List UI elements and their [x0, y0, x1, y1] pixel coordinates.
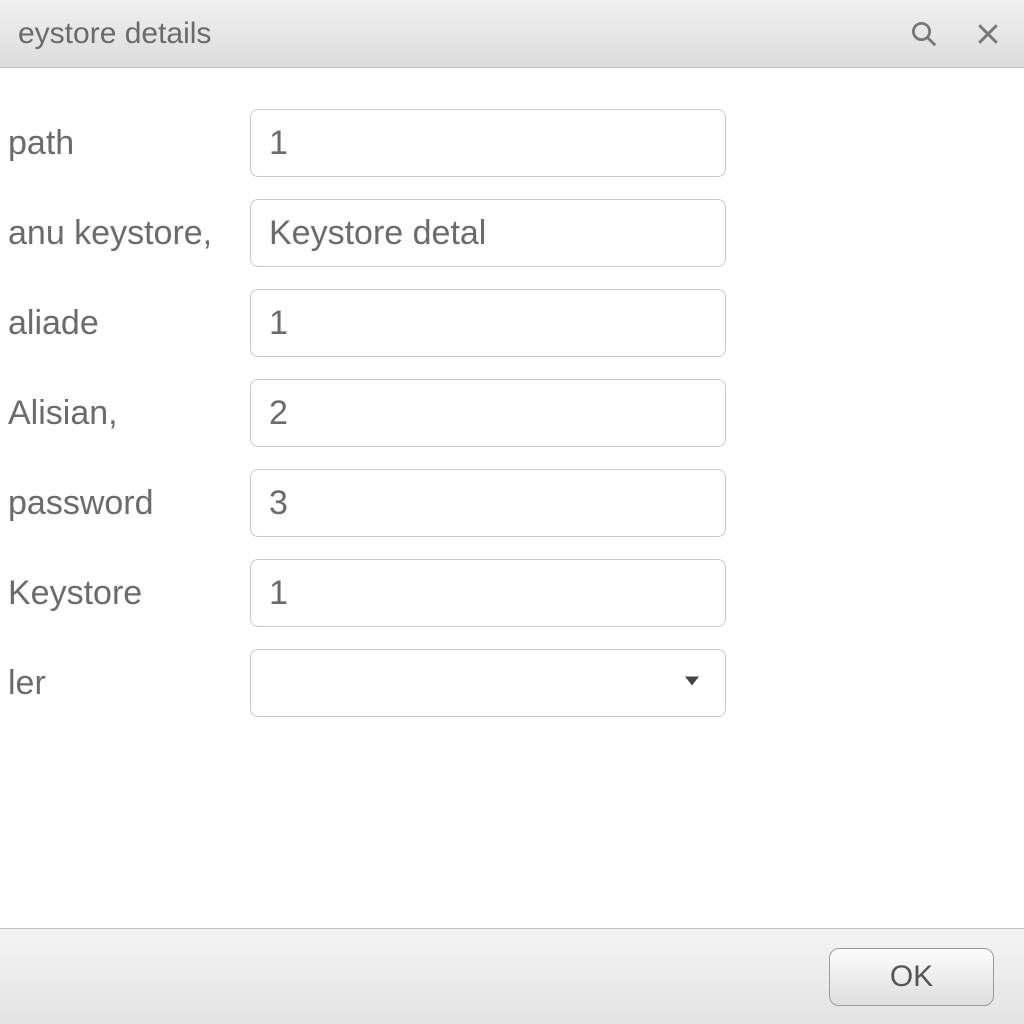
- label-anu-keystore: anu keystore,: [0, 214, 250, 253]
- row-path: path: [0, 98, 1024, 188]
- input-anu-keystore[interactable]: [250, 199, 726, 267]
- row-anu-keystore: anu keystore,: [0, 188, 1024, 278]
- dialog-title: eystore details: [18, 17, 1006, 51]
- label-dropdown: ler: [0, 664, 250, 703]
- input-alisian[interactable]: [250, 379, 726, 447]
- row-password: password: [0, 458, 1024, 548]
- row-aliade: aliade: [0, 278, 1024, 368]
- input-path[interactable]: [250, 109, 726, 177]
- form-area: path anu keystore, aliade Alisian, passw…: [0, 68, 1024, 728]
- row-dropdown: ler: [0, 638, 1024, 728]
- titlebar-actions: [906, 16, 1006, 52]
- label-keystore: Keystore: [0, 574, 250, 613]
- label-aliade: aliade: [0, 304, 250, 343]
- search-icon[interactable]: [906, 16, 942, 52]
- close-icon[interactable]: [970, 16, 1006, 52]
- label-alisian: Alisian,: [0, 394, 250, 433]
- row-alisian: Alisian,: [0, 368, 1024, 458]
- label-path: path: [0, 124, 250, 163]
- row-keystore: Keystore: [0, 548, 1024, 638]
- input-password[interactable]: [250, 469, 726, 537]
- titlebar: eystore details: [0, 0, 1024, 68]
- ok-button[interactable]: OK: [829, 948, 994, 1006]
- label-password: password: [0, 484, 250, 523]
- input-aliade[interactable]: [250, 289, 726, 357]
- input-keystore[interactable]: [250, 559, 726, 627]
- dialog-footer: OK: [0, 928, 1024, 1024]
- select-ler[interactable]: [250, 649, 726, 717]
